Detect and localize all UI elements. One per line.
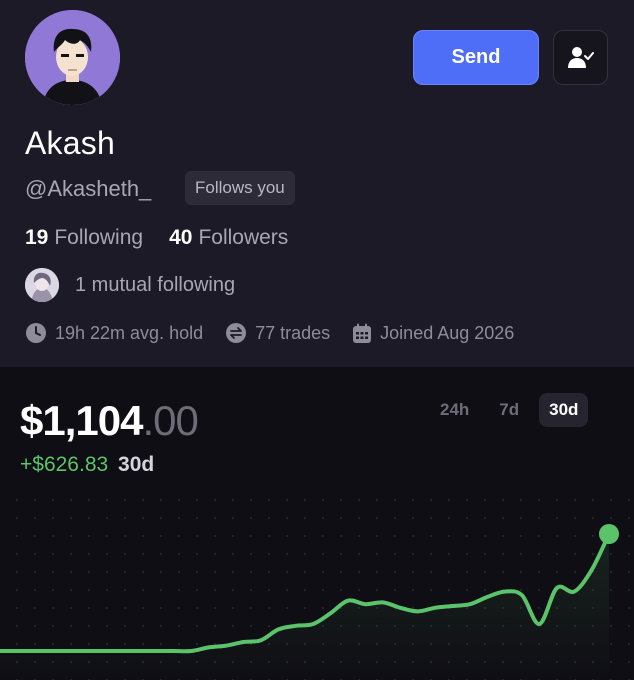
avatar-image <box>25 10 120 105</box>
trades-count: 77 trades <box>225 322 330 344</box>
followers-link[interactable]: 40 Followers <box>169 226 288 250</box>
avg-hold-text: 19h 22m avg. hold <box>55 322 204 343</box>
following-link[interactable]: 19 Following <box>25 226 143 250</box>
profile-handle: @Akasheth_ <box>25 176 152 201</box>
portfolio-line-chart <box>0 524 619 680</box>
clock-icon <box>26 323 46 343</box>
following-count: 19 <box>25 226 49 249</box>
mutual-following-text: 1 mutual following <box>75 273 236 296</box>
joined-text: Joined Aug 2026 <box>380 322 515 343</box>
profile-name: Akash <box>25 125 115 161</box>
trades-text: 77 trades <box>255 322 331 343</box>
follows-you-badge: Follows you <box>185 171 295 205</box>
swap-icon <box>226 323 247 343</box>
follow-status-button[interactable] <box>553 30 608 85</box>
portfolio-chart-section: $1,104.00 +$626.83 30d 24h 7d 30d <box>0 367 634 680</box>
avatar[interactable] <box>25 10 120 105</box>
user-check-icon <box>567 46 594 68</box>
follow-stats: 19 Following 40 Followers <box>25 226 288 250</box>
chart-current-point[interactable] <box>599 524 619 544</box>
joined-date: Joined Aug 2026 <box>352 323 514 344</box>
following-label: Following <box>54 226 144 249</box>
followers-count: 40 <box>169 226 193 249</box>
mutual-avatar <box>25 268 59 302</box>
calendar-icon <box>353 323 372 343</box>
followers-label: Followers <box>198 226 289 249</box>
profile-header: Send Akash @Akasheth_ Follows you 19 Foll… <box>0 0 634 367</box>
profile-meta: 19h 22m avg. hold 77 trades Joined Aug 2… <box>25 322 536 344</box>
send-button[interactable]: Send <box>413 30 539 85</box>
mutual-following[interactable]: 1 mutual following <box>25 268 235 302</box>
chart-area-fill <box>0 534 609 680</box>
avg-hold: 19h 22m avg. hold <box>25 322 203 344</box>
